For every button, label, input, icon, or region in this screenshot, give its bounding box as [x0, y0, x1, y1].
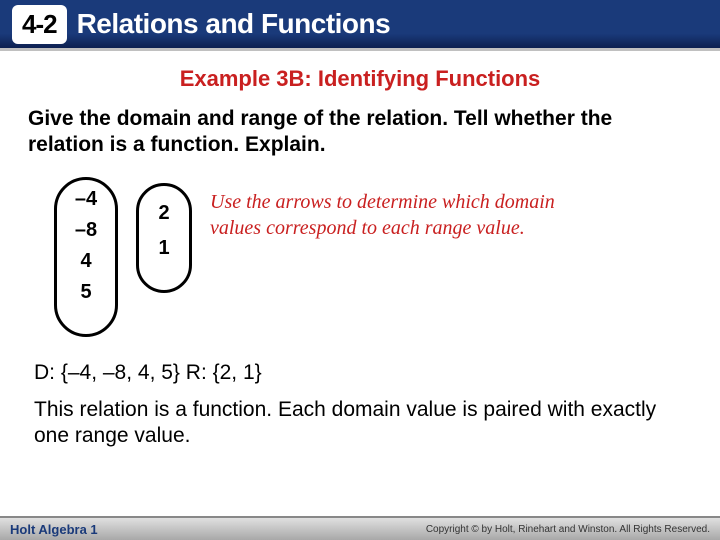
- range-oval: 2 1: [136, 183, 192, 293]
- domain-value: –8: [75, 219, 97, 242]
- example-title: Example 3B: Identifying Functions: [28, 66, 692, 92]
- domain-range-answer: D: {–4, –8, 4, 5} R: {2, 1}: [28, 361, 692, 385]
- hint-text: Use the arrows to determine which domain…: [210, 189, 590, 241]
- domain-value: 4: [80, 250, 91, 273]
- header-title: Relations and Functions: [77, 8, 391, 40]
- range-value: 1: [158, 237, 169, 260]
- slide-content: Example 3B: Identifying Functions Give t…: [0, 48, 720, 449]
- header-bar: 4-2 Relations and Functions: [0, 0, 720, 48]
- section-number-badge: 4-2: [12, 5, 67, 44]
- range-value: 2: [158, 202, 169, 225]
- domain-value: 5: [80, 281, 91, 304]
- footer-copyright: Copyright © by Holt, Rinehart and Winsto…: [426, 524, 710, 535]
- footer-bar: Holt Algebra 1 Copyright © by Holt, Rine…: [0, 516, 720, 540]
- mapping-diagram: –4 –8 4 5 2 1 Use the arrows to determin…: [28, 177, 692, 337]
- footer-brand: Holt Algebra 1: [10, 522, 98, 537]
- explanation-text: This relation is a function. Each domain…: [28, 397, 692, 450]
- domain-value: –4: [75, 188, 97, 211]
- problem-prompt: Give the domain and range of the relatio…: [28, 106, 692, 159]
- domain-oval: –4 –8 4 5: [54, 177, 118, 337]
